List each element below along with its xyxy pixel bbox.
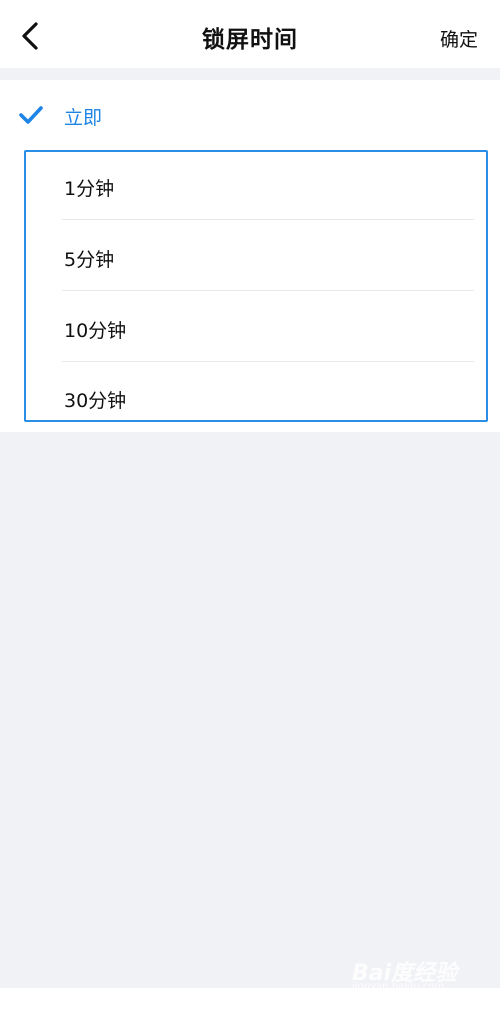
top-nav-bar: 锁屏时间 确定 [0, 0, 500, 68]
option-immediately[interactable]: 立即 [0, 80, 500, 150]
check-icon [19, 106, 43, 124]
highlight-box [24, 150, 488, 422]
footer-bar [0, 988, 500, 1009]
page-title: 锁屏时间 [202, 27, 298, 53]
option-label: 立即 [64, 107, 103, 129]
lock-time-options: 立即 1分钟 5分钟 10分钟 30分钟 [0, 80, 500, 432]
confirm-button[interactable]: 确定 [440, 25, 478, 52]
